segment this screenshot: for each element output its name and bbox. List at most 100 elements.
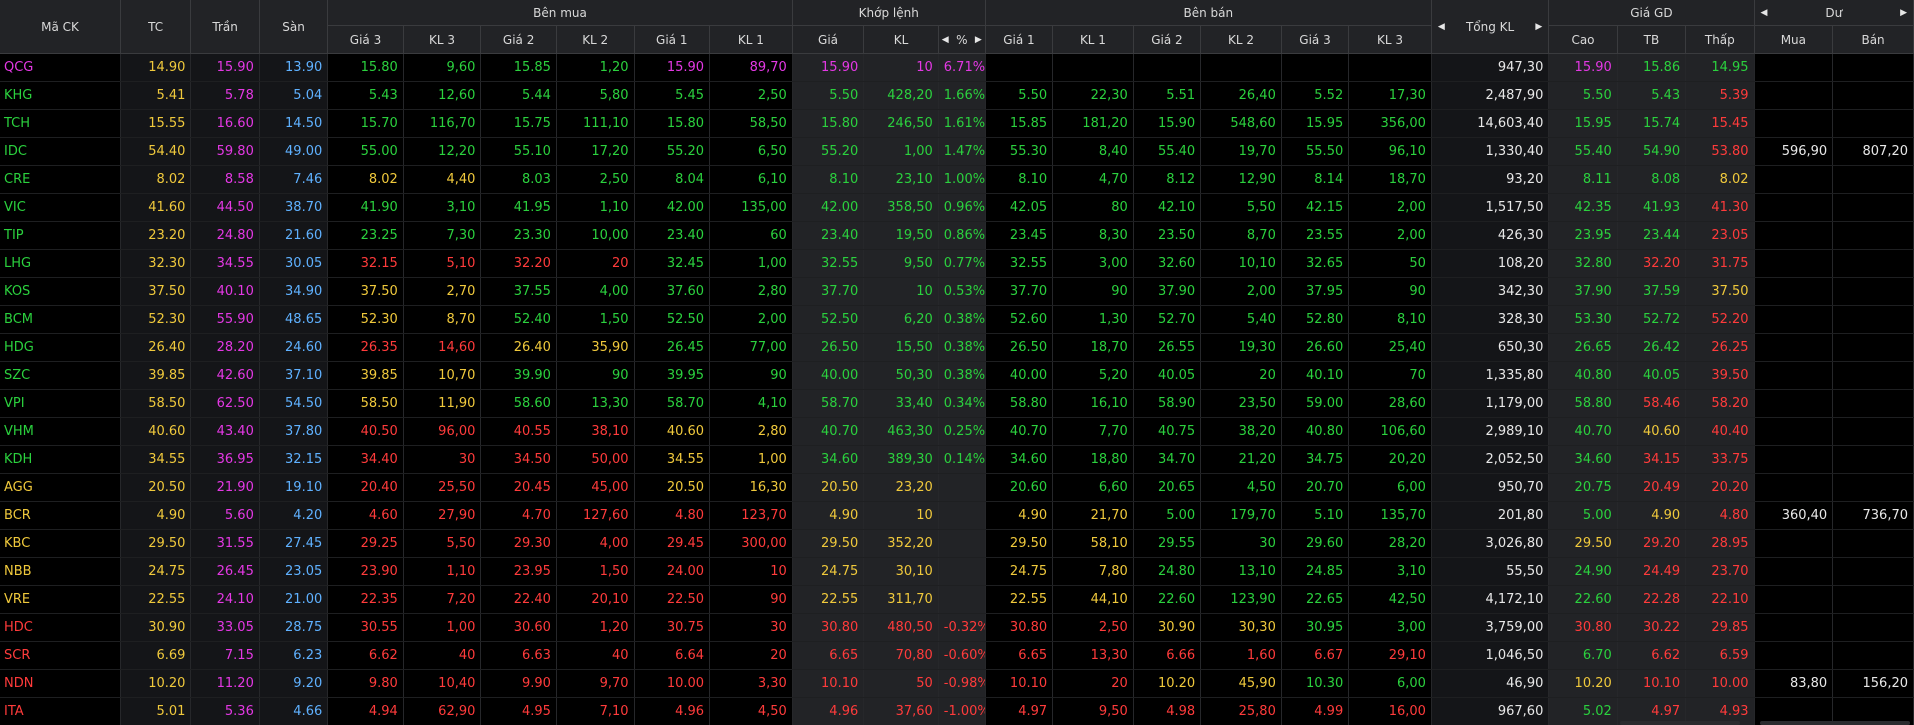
cell-b1v: 1,00 [709,249,793,278]
cell-s1p: 5.50 [985,81,1054,110]
cell-tot: 1,179,00 [1431,389,1550,418]
cell-ref: 29.50 [120,529,192,558]
cell-hi: 23.95 [1548,221,1618,250]
table-row[interactable]: KHG 5.41 5.78 5.04 5.43 12,60 5.44 5,80 5.45 2,50… [0,81,1914,110]
cell-pct [938,529,986,558]
cell-s1v: 18,80 [1052,445,1134,474]
table-row[interactable]: VIC 41.60 44.50 38.70 41.90 3,10 41.95 1,10 42.0… [0,193,1914,222]
cell-sym: BCR [0,501,121,530]
caret-right-icon[interactable]: ▶ [975,35,982,45]
col-ref[interactable]: TC [120,0,192,54]
cell-b2v: 5,80 [556,81,635,110]
col-sell-vol-2[interactable]: KL 2 [1200,25,1282,54]
cell-ceil: 24.10 [190,585,260,614]
col-foreign-sell[interactable]: Bán [1832,25,1914,54]
col-symbol[interactable]: Mã CK [0,0,121,54]
col-match-vol[interactable]: KL [863,25,939,54]
cell-b1p: 26.45 [634,333,711,362]
cell-s3p: 23.55 [1281,221,1350,250]
table-row[interactable]: NDN 10.20 11.20 9.20 9.80 10,40 9.90 9,70 10.00 3… [0,669,1914,698]
table-row[interactable]: NBB 24.75 26.45 23.05 23.90 1,10 23.95 1,50 24.0… [0,557,1914,586]
table-row[interactable]: LHG 32.30 34.55 30.05 32.15 5,10 32.20 20 32.45 1… [0,249,1914,278]
cell-mp: 29.50 [792,529,865,558]
cell-avg: 37.59 [1617,277,1687,306]
table-row[interactable]: VRE 22.55 24.10 21.00 22.35 7,20 22.40 20,10 22.… [0,585,1914,614]
table-row[interactable]: VPI 58.50 62.50 54.50 58.50 11,90 58.60 13,30 58… [0,389,1914,418]
col-match-price[interactable]: Giá [792,25,865,54]
cell-hi: 26.65 [1548,333,1618,362]
table-row[interactable]: KOS 37.50 40.10 34.90 37.50 2,70 37.55 4,00 37.6… [0,277,1914,306]
table-row[interactable]: TIP 23.20 24.80 21.60 23.25 7,30 23.30 10,00 23.… [0,221,1914,250]
cell-lo: 15.45 [1685,109,1755,138]
table-row[interactable]: KDH 34.55 36.95 32.15 34.40 30 34.50 50,00 34.55… [0,445,1914,474]
col-buy-price-1[interactable]: Giá 1 [634,25,711,54]
col-floor[interactable]: Sàn [259,0,329,54]
cell-avg: 58.46 [1617,389,1687,418]
caret-left-icon[interactable]: ◀ [1761,8,1768,18]
caret-right-icon[interactable]: ▶ [1535,22,1542,32]
horizontal-scrollbar-2[interactable] [1760,721,1910,725]
table-row[interactable]: HDG 26.40 28.20 24.60 26.35 14,60 26.40 35,90 26… [0,333,1914,362]
cell-b1p: 4.80 [634,501,711,530]
col-match-pct[interactable]: ◀ % ▶ [938,25,986,54]
col-sell-price-3[interactable]: Giá 3 [1281,25,1350,54]
cell-s1v: 21,70 [1052,501,1134,530]
caret-left-icon[interactable]: ◀ [1438,22,1445,32]
cell-b2p: 41.95 [480,193,557,222]
cell-b3p: 26.35 [327,333,404,362]
cell-avg: 6.62 [1617,641,1687,670]
cell-s1p: 34.60 [985,445,1054,474]
col-buy-vol-3[interactable]: KL 3 [403,25,482,54]
table-row[interactable]: SCR 6.69 7.15 6.23 6.62 40 6.63 40 6.64 20 6.65 70,… [0,641,1914,670]
cell-lo: 4.80 [1685,501,1755,530]
table-row[interactable]: IDC 54.40 59.80 49.00 55.00 12,20 55.10 17,20 55… [0,137,1914,166]
col-sell-price-2[interactable]: Giá 2 [1133,25,1202,54]
horizontal-scrollbar[interactable] [1620,721,1740,725]
col-sell-price-1[interactable]: Giá 1 [985,25,1054,54]
table-row[interactable]: SZC 39.85 42.60 37.10 39.85 10,70 39.90 90 39.95… [0,361,1914,390]
table-row[interactable]: QCG 14.90 15.90 13.90 15.80 9,60 15.85 1,20 15.9… [0,54,1914,82]
cell-s3p: 10.30 [1281,669,1350,698]
cell-b1p: 4.96 [634,697,711,725]
cell-s1p: 40.70 [985,417,1054,446]
col-buy-vol-1[interactable]: KL 1 [709,25,793,54]
cell-floor: 54.50 [259,389,329,418]
col-buy-vol-2[interactable]: KL 2 [556,25,635,54]
cell-pct: 0.38% [938,361,986,390]
table-row[interactable]: BCR 4.90 5.60 4.20 4.60 27,90 4.70 127,60 4.80 12… [0,501,1914,530]
caret-right-icon[interactable]: ▶ [1900,8,1907,18]
cell-b3v: 1,10 [403,557,482,586]
cell-fb [1754,249,1834,278]
table-row[interactable]: BCM 52.30 55.90 48.65 52.30 8,70 52.40 1,50 52.5… [0,305,1914,334]
col-sell-vol-1[interactable]: KL 1 [1052,25,1134,54]
cell-b3v: 5,50 [403,529,482,558]
cell-b1p: 5.45 [634,81,711,110]
col-avg[interactable]: TB [1617,25,1687,54]
cell-b2p: 34.50 [480,445,557,474]
caret-left-icon[interactable]: ◀ [942,35,949,45]
cell-s1v: 7,80 [1052,557,1134,586]
table-row[interactable]: TCH 15.55 16.60 14.50 15.70 116,70 15.75 111,10… [0,109,1914,138]
col-ceiling[interactable]: Trần [190,0,260,54]
table-row[interactable]: CRE 8.02 8.58 7.46 8.02 4,40 8.03 2,50 8.04 6,10 8… [0,165,1914,194]
table-row[interactable]: VHM 40.60 43.40 37.80 40.50 96,00 40.55 38,10 40… [0,417,1914,446]
cell-s1v: 44,10 [1052,585,1134,614]
col-total-volume[interactable]: ◀ Tổng KL ▶ [1431,0,1550,54]
col-foreign-buy[interactable]: Mua [1754,25,1834,54]
cell-lo: 23.70 [1685,557,1755,586]
table-row[interactable]: HDC 30.90 33.05 28.75 30.55 1,00 30.60 1,20 30.7… [0,613,1914,642]
col-low[interactable]: Thấp [1685,25,1755,54]
cell-b2v: 4,00 [556,277,635,306]
cell-s2v: 8,70 [1200,221,1282,250]
cell-hi: 58.80 [1548,389,1618,418]
cell-b3v: 8,70 [403,305,482,334]
cell-pct [938,501,986,530]
table-row[interactable]: KBC 29.50 31.55 27.45 29.25 5,50 29.30 4,00 29.4… [0,529,1914,558]
col-buy-price-3[interactable]: Giá 3 [327,25,404,54]
col-sell-vol-3[interactable]: KL 3 [1348,25,1432,54]
cell-pct: 0.25% [938,417,986,446]
col-high[interactable]: Cao [1548,25,1618,54]
col-buy-price-2[interactable]: Giá 2 [480,25,557,54]
cell-b2v: 111,10 [556,109,635,138]
table-row[interactable]: AGG 20.50 21.90 19.10 20.40 25,50 20.45 45,00 20… [0,473,1914,502]
